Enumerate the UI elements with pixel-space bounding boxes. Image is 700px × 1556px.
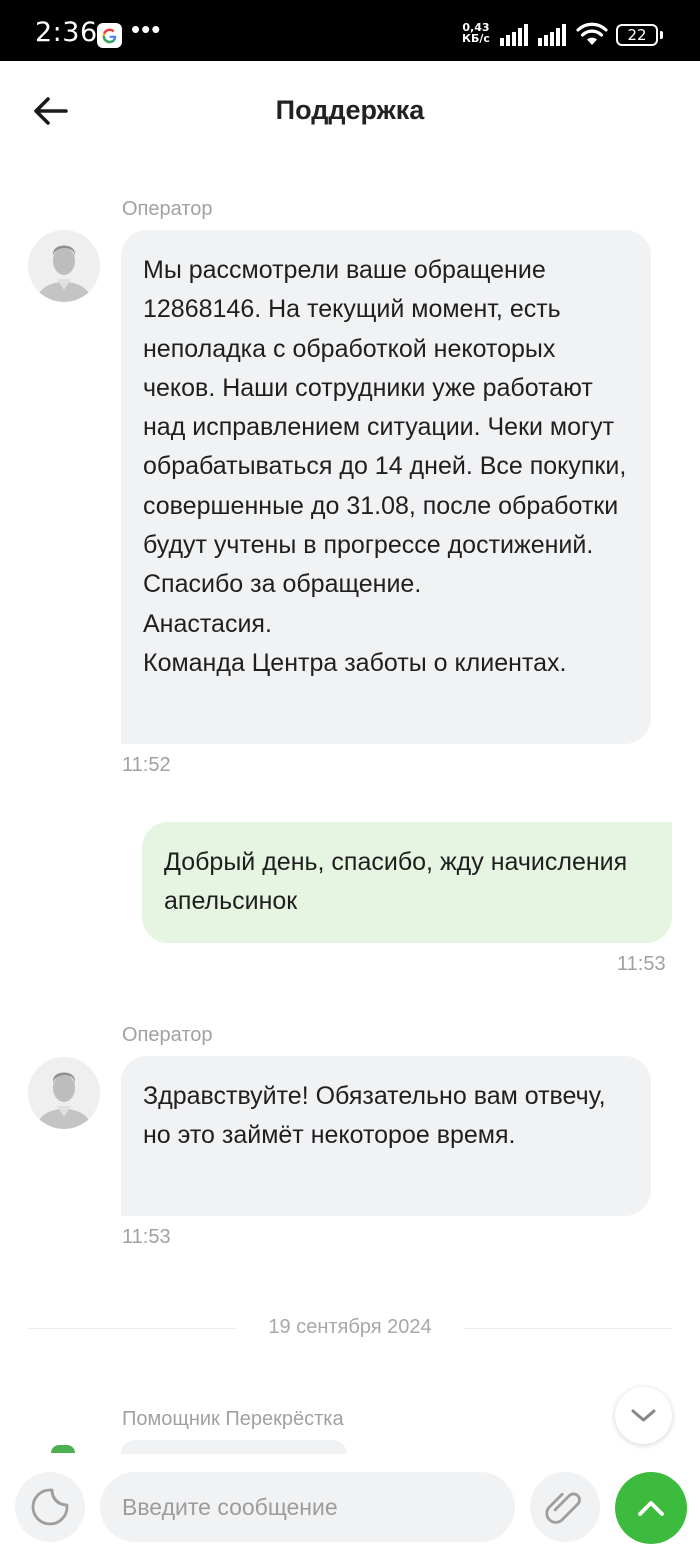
operator-avatar: [28, 230, 100, 302]
operator-avatar: [28, 1057, 100, 1129]
own-message-bubble: Добрый день, спасибо, жду начисления апе…: [142, 822, 672, 943]
status-time: 2:36: [35, 17, 98, 48]
signal-icon: [500, 24, 530, 46]
sticker-button[interactable]: [15, 1472, 85, 1542]
message-time: 11:53: [122, 1226, 171, 1248]
date-separator-text: 19 сентября 2024: [268, 1316, 432, 1338]
message-time: 11:53: [617, 953, 666, 975]
assistant-avatar: [51, 1445, 75, 1453]
google-icon: [97, 23, 122, 48]
chevron-down-icon: [631, 1409, 656, 1422]
more-notifications-icon: •••: [131, 14, 162, 44]
message-sender: Помощник Перекрёстка: [122, 1408, 344, 1430]
message-sender: Оператор: [122, 198, 213, 220]
message-input-bar: [0, 1455, 700, 1556]
chevron-up-icon: [638, 1501, 664, 1516]
network-speed: 0,43 КБ/с: [462, 22, 490, 44]
message-input[interactable]: [100, 1472, 515, 1542]
network-speed-unit: КБ/с: [462, 32, 490, 45]
status-bar: 2:36 ••• 0,43 КБ/с 22: [0, 0, 700, 61]
message-time: 11:52: [122, 754, 171, 776]
operator-message-bubble: Мы рассмотрели ваше обращение 12868146. …: [121, 230, 651, 744]
page-title: Поддержка: [275, 95, 425, 125]
attach-button[interactable]: [530, 1472, 600, 1542]
battery-icon: 22: [616, 24, 658, 46]
send-button[interactable]: [615, 1472, 687, 1544]
sticker-icon: [31, 1488, 69, 1526]
app-header: Поддержка: [0, 61, 700, 161]
date-separator: 19 сентября 2024: [28, 1316, 672, 1340]
assistant-message-bubble: [121, 1440, 347, 1454]
paperclip-icon: [545, 1492, 581, 1524]
wifi-icon: [576, 22, 608, 46]
message-sender: Оператор: [122, 1024, 213, 1046]
signal-icon: [538, 24, 568, 46]
battery-tip: [660, 31, 663, 39]
operator-message-bubble: Здравствуйте! Обязательно вам отвечу, но…: [121, 1056, 651, 1216]
scroll-down-button[interactable]: [615, 1387, 672, 1444]
